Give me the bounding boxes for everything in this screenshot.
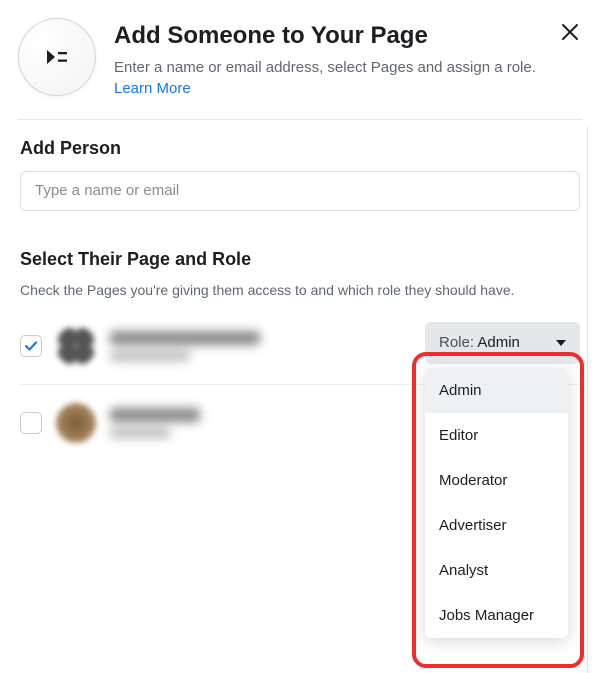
page-checkbox[interactable] <box>20 335 42 357</box>
role-option-analyst[interactable]: Analyst <box>425 548 568 593</box>
select-section-description: Check the Pages you're giving them acces… <box>20 282 580 298</box>
page-row: Role: Admin Admin Editor Moderator Adver… <box>20 316 580 376</box>
person-input[interactable] <box>20 171 580 211</box>
modal-subtitle: Enter a name or email address, select Pa… <box>114 57 540 99</box>
role-option-advertiser[interactable]: Advertiser <box>425 503 568 548</box>
chevron-down-icon <box>556 340 566 346</box>
right-border <box>587 126 588 673</box>
modal-title: Add Someone to Your Page <box>114 22 540 51</box>
page-avatar <box>56 403 96 443</box>
subtitle-text: Enter a name or email address, select Pa… <box>114 59 536 76</box>
check-icon <box>24 339 38 353</box>
role-selector: Role: Admin Admin Editor Moderator Adver… <box>425 322 580 364</box>
header-avatar <box>18 18 96 96</box>
role-option-editor[interactable]: Editor <box>425 413 568 458</box>
close-button[interactable] <box>558 20 582 44</box>
role-dropdown-trigger[interactable]: Role: Admin <box>425 322 580 364</box>
page-checkbox[interactable] <box>20 412 42 434</box>
learn-more-link[interactable]: Learn More <box>114 80 191 97</box>
select-section-title: Select Their Page and Role <box>20 249 580 270</box>
role-option-moderator[interactable]: Moderator <box>425 458 568 503</box>
role-option-jobs-manager[interactable]: Jobs Manager <box>425 593 568 638</box>
role-dropdown-menu: Admin Editor Moderator Advertiser Analys… <box>425 368 568 638</box>
add-person-section: Add Person <box>0 120 600 219</box>
page-role-icon <box>45 48 69 66</box>
select-page-role-section: Select Their Page and Role Check the Pag… <box>0 219 600 461</box>
page-avatar <box>56 326 96 366</box>
header-text: Add Someone to Your Page Enter a name or… <box>114 18 540 99</box>
role-option-admin[interactable]: Admin <box>425 368 568 413</box>
modal-header: Add Someone to Your Page Enter a name or… <box>0 0 600 113</box>
close-icon <box>561 23 579 41</box>
role-label: Role: Admin <box>439 334 520 351</box>
add-person-title: Add Person <box>20 138 580 159</box>
